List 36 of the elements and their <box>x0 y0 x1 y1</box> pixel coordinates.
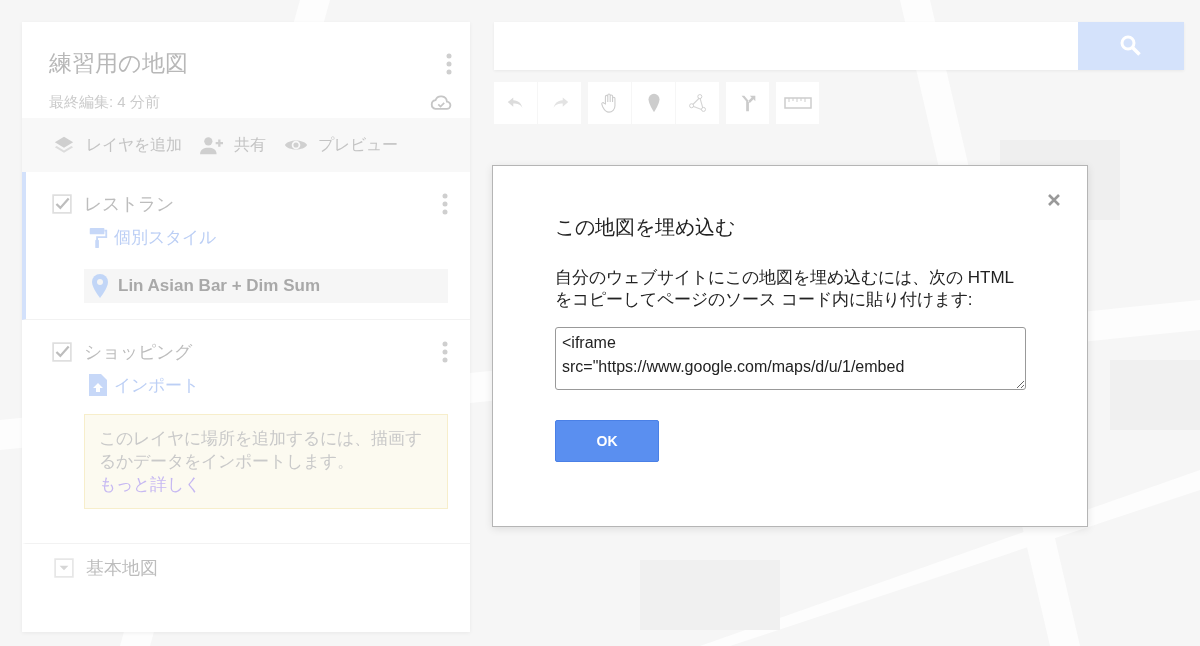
search-icon <box>1119 34 1143 58</box>
search-field[interactable] <box>494 22 1078 70</box>
dropdown-toggle[interactable] <box>54 558 74 578</box>
more-icon[interactable] <box>442 340 448 363</box>
pin-icon <box>92 273 108 298</box>
layer-name[interactable]: ショッピング <box>84 339 430 364</box>
checkbox[interactable] <box>52 194 72 214</box>
cloud-check-icon <box>430 94 452 111</box>
file-upload-icon <box>88 374 108 396</box>
layer-name[interactable]: レストラン <box>84 192 430 216</box>
more-icon[interactable] <box>442 193 448 215</box>
directions-tool-button[interactable] <box>726 82 769 124</box>
layer-link[interactable]: インポート <box>88 373 199 397</box>
place-item[interactable]: Lin Asian Bar + Dim Sum <box>84 268 448 303</box>
base-map-label[interactable]: 基本地図 <box>86 556 448 580</box>
close-icon[interactable] <box>1047 193 1061 207</box>
more-icon[interactable] <box>446 52 452 75</box>
undo-button[interactable] <box>494 82 537 124</box>
line-tool-button[interactable] <box>676 82 719 124</box>
ok-button[interactable]: OK <box>555 420 659 462</box>
redo-button[interactable] <box>538 82 581 124</box>
paint-roller-icon <box>88 226 108 249</box>
ruler-icon <box>783 96 812 110</box>
map-title[interactable]: 練習用の地図 <box>49 48 188 79</box>
hand-tool-button[interactable] <box>588 82 631 124</box>
checkbox[interactable] <box>52 341 72 362</box>
ruler-tool-button[interactable] <box>776 82 819 124</box>
marker-tool-button[interactable] <box>632 82 675 124</box>
learn-more-link[interactable]: もっと詳しく <box>99 475 201 494</box>
layer-link[interactable]: 個別スタイル <box>88 226 216 249</box>
dialog-title: この地図を埋め込む <box>555 215 736 240</box>
embed-code-field[interactable]: <iframe src="https://www.google.com/maps/d/u/1/embed <box>555 327 1026 390</box>
search-button[interactable] <box>1078 22 1184 70</box>
dialog-message: 自分のウェブサイトにこの地図を埋め込むには、次の HTML をコピーしてページのソース コード内に貼り付けます: <box>555 267 1015 311</box>
add-person-icon <box>200 134 224 156</box>
line-nodes-icon <box>686 92 709 114</box>
